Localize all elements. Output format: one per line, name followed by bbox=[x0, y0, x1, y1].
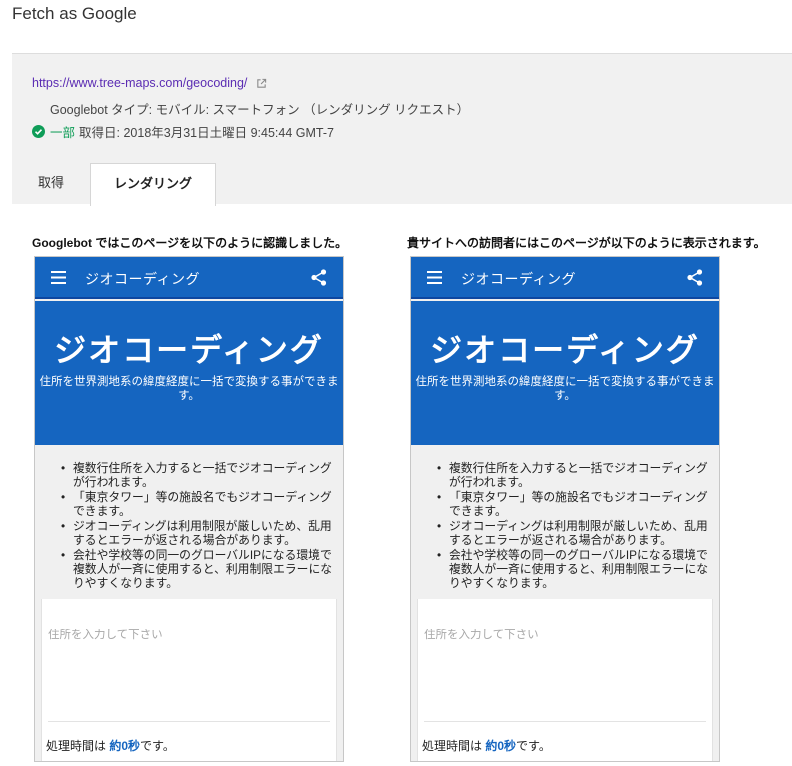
app-bar: ジオコーディング bbox=[35, 257, 343, 299]
fetch-date: 取得日: 2018年3月31日土曜日 9:45:44 GMT-7 bbox=[79, 126, 334, 140]
result-tabs: 取得 レンダリング bbox=[12, 163, 792, 206]
processing-time: 処理時間は 約0秒です。 bbox=[422, 739, 551, 753]
list-item: 「東京タワー」等の施設名でもジオコーディングできます。 bbox=[437, 490, 709, 518]
address-input[interactable] bbox=[424, 629, 708, 641]
external-link-icon[interactable] bbox=[256, 78, 267, 89]
processing-time-value: 約0秒 bbox=[485, 739, 517, 753]
divider bbox=[48, 721, 330, 722]
visitor-render-preview: ジオコーディング ジオコーディング 住所を世界測地系の緯度経度に一括で変換する事… bbox=[410, 256, 720, 762]
tab-rendering[interactable]: レンダリング bbox=[90, 163, 216, 206]
list-item: ジオコーディングは利用制限が厳しいため、乱用するとエラーが返される場合があります… bbox=[61, 519, 333, 547]
googlebot-caption: Googlebot ではこのページを以下のように認識しました。 bbox=[32, 236, 348, 250]
list-item: 「東京タワー」等の施設名でもジオコーディングできます。 bbox=[61, 490, 333, 518]
list-item: 会社や学校等の同一のグローバルIPになる環境で複数人が一斉に使用すると、利用制限… bbox=[61, 548, 333, 590]
processing-time: 処理時間は 約0秒です。 bbox=[46, 739, 175, 753]
list-item: ジオコーディングは利用制限が厳しいため、乱用するとエラーが返される場合があります… bbox=[437, 519, 709, 547]
hero-banner: ジオコーディング 住所を世界測地系の緯度経度に一括で変換する事ができます。 bbox=[411, 301, 719, 445]
share-icon[interactable] bbox=[687, 269, 703, 286]
visitor-caption: 貴サイトへの訪問者にはこのページが以下のように表示されます。 bbox=[407, 236, 766, 250]
feature-list: 複数行住所を入力すると一括でジオコーディングが行われます。 「東京タワー」等の施… bbox=[437, 461, 709, 591]
app-bar-title: ジオコーディング bbox=[85, 271, 201, 287]
hero-title: ジオコーディング bbox=[430, 332, 700, 368]
fetched-url-link[interactable]: https://www.tree-maps.com/geocoding/ bbox=[32, 76, 247, 90]
processing-time-value: 約0秒 bbox=[109, 739, 141, 753]
googlebot-render-preview: ジオコーディング ジオコーディング 住所を世界測地系の緯度経度に一括で変換する事… bbox=[34, 256, 344, 762]
url-row: https://www.tree-maps.com/geocoding/ bbox=[32, 76, 267, 90]
tab-fetch[interactable]: 取得 bbox=[12, 163, 90, 205]
app-bar: ジオコーディング bbox=[411, 257, 719, 299]
list-item: 会社や学校等の同一のグローバルIPになる環境で複数人が一斉に使用すると、利用制限… bbox=[437, 548, 709, 590]
hero-banner: ジオコーディング 住所を世界測地系の緯度経度に一括で変換する事ができます。 bbox=[35, 301, 343, 445]
googlebot-type: Googlebot タイプ: モバイル: スマートフォン （レンダリング リクエ… bbox=[50, 103, 470, 117]
status-badge: 一部 bbox=[50, 126, 76, 140]
divider bbox=[424, 721, 706, 722]
page-title: Fetch as Google bbox=[12, 4, 137, 23]
feature-list: 複数行住所を入力すると一括でジオコーディングが行われます。 「東京タワー」等の施… bbox=[61, 461, 333, 591]
fetch-status: 一部 取得日: 2018年3月31日土曜日 9:45:44 GMT-7 bbox=[32, 122, 334, 141]
share-icon[interactable] bbox=[311, 269, 327, 286]
address-card: 処理時間は 約0秒です。 bbox=[417, 599, 713, 761]
hero-title: ジオコーディング bbox=[54, 332, 324, 368]
hamburger-menu-icon[interactable] bbox=[51, 271, 66, 284]
check-circle-icon bbox=[32, 125, 45, 138]
app-bar-title: ジオコーディング bbox=[461, 271, 577, 287]
fetch-info-panel: https://www.tree-maps.com/geocoding/ Goo… bbox=[12, 53, 792, 206]
list-item: 複数行住所を入力すると一括でジオコーディングが行われます。 bbox=[437, 461, 709, 489]
hero-subtitle: 住所を世界測地系の緯度経度に一括で変換する事ができます。 bbox=[39, 376, 339, 402]
address-card: 処理時間は 約0秒です。 bbox=[41, 599, 337, 761]
hamburger-menu-icon[interactable] bbox=[427, 271, 442, 284]
hero-subtitle: 住所を世界測地系の緯度経度に一括で変換する事ができます。 bbox=[415, 376, 715, 402]
address-input[interactable] bbox=[48, 629, 332, 641]
list-item: 複数行住所を入力すると一括でジオコーディングが行われます。 bbox=[61, 461, 333, 489]
